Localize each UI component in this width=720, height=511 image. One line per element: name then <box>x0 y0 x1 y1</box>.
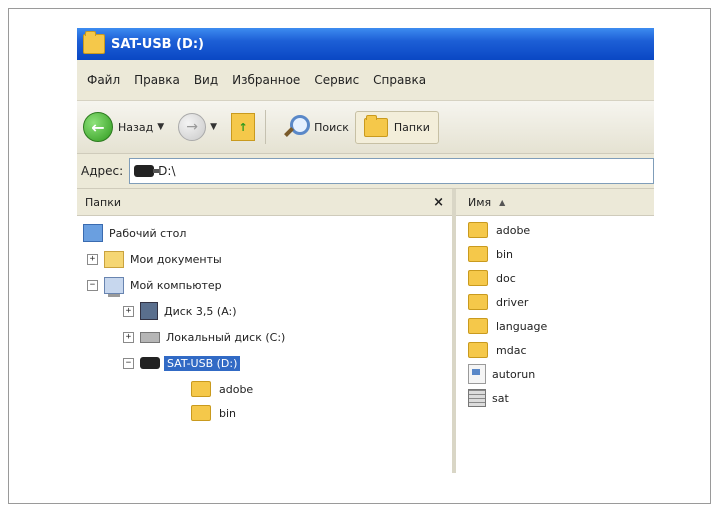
folder-icon <box>468 318 488 334</box>
sort-arrow-icon: ▲ <box>499 197 506 207</box>
tree-item-sat-usb[interactable]: − SAT-USB (D:) <box>123 352 241 374</box>
forward-button[interactable]: → ▼ <box>178 113 225 141</box>
folder-icon <box>191 381 211 397</box>
folders-panel: Папки × Рабочий стол + Мои документы − М… <box>77 189 456 473</box>
file-icon <box>468 389 486 407</box>
list-item[interactable]: doc <box>468 267 516 289</box>
list-item[interactable]: driver <box>468 291 528 313</box>
list-item[interactable]: autorun <box>468 363 535 385</box>
collapse-icon[interactable]: − <box>87 279 98 291</box>
list-item[interactable]: sat <box>468 387 509 409</box>
menu-favorites[interactable]: Избранное <box>232 73 300 87</box>
list-item-label: mdac <box>496 343 527 357</box>
tree-item-adobe[interactable]: adobe <box>191 378 253 400</box>
list-item-label: bin <box>496 247 514 261</box>
tree-item-label: adobe <box>219 382 254 396</box>
window-title: SAT-USB (D:) <box>111 36 204 52</box>
folder-icon <box>468 222 488 238</box>
list-item-label: autorun <box>492 367 536 381</box>
tree-item-desktop[interactable]: Рабочий стол <box>83 222 186 244</box>
file-icon <box>468 364 486 384</box>
tree-item-label: Рабочий стол <box>109 226 187 240</box>
tree-item-local-disk[interactable]: + Локальный диск (C:) <box>123 326 285 348</box>
up-button[interactable]: ↑ <box>231 113 256 141</box>
list-item[interactable]: language <box>468 315 547 337</box>
column-label: Имя <box>468 195 492 209</box>
tree-item-label: Мой компьютер <box>130 278 222 292</box>
folders-button[interactable]: Папки <box>354 110 439 144</box>
tree-item-label-selected: SAT-USB (D:) <box>164 355 241 371</box>
tree-item-my-documents[interactable]: + Мои документы <box>87 248 222 270</box>
list-item[interactable]: mdac <box>468 339 527 361</box>
documents-icon <box>104 250 124 268</box>
list-item-label: doc <box>496 271 516 285</box>
explorer-window: SAT-USB (D:) Файл Правка Вид Избранное С… <box>77 28 654 473</box>
name-column-header[interactable]: Имя ▲ <box>456 189 654 216</box>
forward-arrow-icon: → <box>178 113 207 141</box>
collapse-icon[interactable]: − <box>123 357 134 369</box>
folder-up-icon: ↑ <box>231 113 256 141</box>
menu-bar: Файл Правка Вид Избранное Сервис Справка <box>77 60 654 101</box>
folders-panel-header: Папки × <box>77 189 452 216</box>
tree-item-label: Локальный диск (C:) <box>166 330 286 344</box>
menu-help[interactable]: Справка <box>373 73 426 87</box>
search-button[interactable]: Поиск <box>282 113 349 141</box>
back-arrow-icon: ← <box>83 112 113 142</box>
window-folder-icon <box>83 31 105 54</box>
address-value: D:\ <box>158 164 176 178</box>
list-item-label: adobe <box>496 223 531 237</box>
menu-edit[interactable]: Правка <box>134 73 180 87</box>
computer-icon <box>104 276 124 297</box>
address-bar: Адрес: D:\ <box>77 154 654 189</box>
hard-drive-icon <box>140 331 160 343</box>
tree-item-floppy[interactable]: + Диск 3,5 (A:) <box>123 300 237 322</box>
expand-icon[interactable]: + <box>123 331 134 343</box>
menu-tools[interactable]: Сервис <box>314 73 359 87</box>
back-dropdown-icon[interactable]: ▼ <box>157 122 164 132</box>
list-item-label: sat <box>492 391 509 405</box>
expand-icon[interactable]: + <box>123 305 134 317</box>
folder-icon <box>468 294 488 310</box>
file-list: Имя ▲ adobe bin doc driver language mdac <box>456 189 654 473</box>
tree-item-label: Мои документы <box>130 252 222 266</box>
back-button[interactable]: ← Назад ▼ <box>83 112 172 142</box>
tree-item-bin[interactable]: bin <box>191 402 236 424</box>
address-field[interactable]: D:\ <box>129 158 654 184</box>
toolbar-separator <box>265 110 267 144</box>
folders-panel-title: Папки <box>85 195 121 209</box>
folder-icon <box>468 270 488 286</box>
back-label: Назад <box>118 120 154 134</box>
folder-icon <box>191 405 211 421</box>
menu-file[interactable]: Файл <box>87 73 120 87</box>
folders-icon <box>363 114 388 137</box>
search-icon <box>282 113 311 141</box>
tree-item-label: Диск 3,5 (A:) <box>164 304 237 318</box>
folder-icon <box>468 246 488 262</box>
tree-item-my-computer[interactable]: − Мой компьютер <box>87 274 222 297</box>
toolbar: ← Назад ▼ → ▼ ↑ Поиск Папки <box>77 101 654 154</box>
desktop-icon <box>83 224 103 242</box>
list-item-label: language <box>496 319 548 333</box>
search-label: Поиск <box>314 120 349 134</box>
title-bar[interactable]: SAT-USB (D:) <box>77 28 654 60</box>
folder-icon <box>468 342 488 358</box>
usb-drive-icon <box>134 165 160 177</box>
menu-view[interactable]: Вид <box>194 73 218 87</box>
list-item[interactable]: adobe <box>468 219 530 241</box>
tree-item-label: bin <box>219 406 237 420</box>
close-icon[interactable]: × <box>433 195 444 210</box>
folders-label: Папки <box>393 120 430 134</box>
usb-drive-icon <box>140 357 160 369</box>
address-label: Адрес: <box>81 164 124 178</box>
list-item-label: driver <box>496 295 529 309</box>
expand-icon[interactable]: + <box>87 253 98 265</box>
list-item[interactable]: bin <box>468 243 513 265</box>
floppy-icon <box>140 302 158 320</box>
forward-dropdown-icon[interactable]: ▼ <box>210 122 217 132</box>
